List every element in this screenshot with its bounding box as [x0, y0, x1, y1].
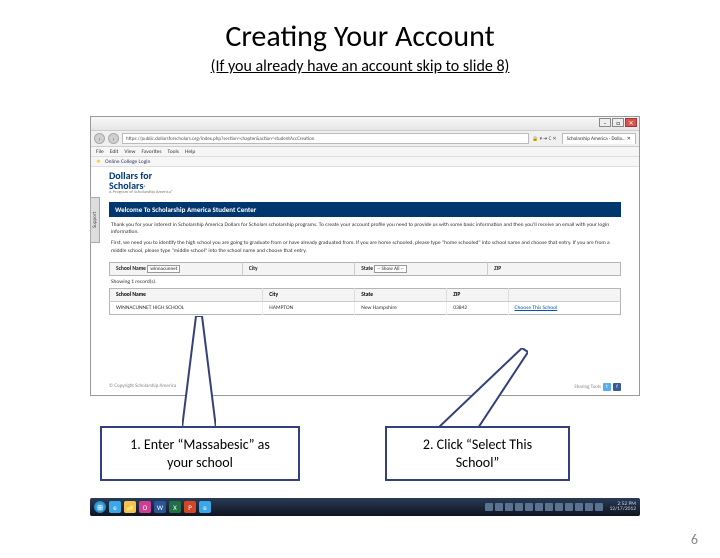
- browser-menubar: File Edit View Favorites Tools Help: [91, 147, 639, 157]
- tray-icon[interactable]: [575, 503, 583, 511]
- taskbar-powerpoint-icon[interactable]: P: [184, 501, 196, 513]
- state-select[interactable]: -- Show All --: [374, 265, 406, 273]
- twitter-icon[interactable]: t: [603, 383, 611, 391]
- taskbar-ie2-icon[interactable]: e: [199, 501, 211, 513]
- results-col-zip: ZIP: [447, 289, 508, 302]
- taskbar-clock[interactable]: 2:52 PM 12/17/2012: [605, 502, 636, 513]
- sharing-label: Sharing Tools: [574, 384, 601, 390]
- callout-1-leader: [182, 316, 216, 428]
- slide-subtitle: (If you already have an account skip to …: [0, 57, 720, 76]
- favorites-bar: ★ Online College Login: [91, 157, 639, 167]
- results-col-city: City: [263, 289, 355, 302]
- embedded-screenshot: – □ ✕ ‹ › https://public.dollarsforschol…: [90, 116, 640, 396]
- windows-taskbar: ⊞ e 📁 O W X P e 2:52 PM 12/17/2012: [90, 498, 640, 516]
- copyright-text: © Copyright Scholarship America: [109, 383, 176, 391]
- site-logo: Dollars for Scholars® A Program of Schol…: [109, 171, 621, 196]
- taskbar-word-icon[interactable]: W: [154, 501, 166, 513]
- tray-icon[interactable]: [595, 503, 603, 511]
- search-col-city: City: [242, 263, 354, 276]
- browser-tab[interactable]: Scholarship America - Dolla... ✕: [562, 133, 636, 144]
- tray-icon[interactable]: [565, 503, 573, 511]
- menu-help[interactable]: Help: [185, 149, 195, 155]
- intro-paragraph-1: Thank you for your interest in Scholarsh…: [111, 222, 619, 237]
- result-zip: 03842: [447, 302, 508, 315]
- choose-school-link[interactable]: Choose This School: [515, 305, 558, 311]
- tray-icon[interactable]: [485, 503, 493, 511]
- intro-paragraph-2: First, we need you to identify the high …: [111, 240, 619, 255]
- results-col-school: School Name: [110, 289, 263, 302]
- favorites-star-icon[interactable]: ★: [96, 159, 101, 165]
- callout-2-leader: [438, 348, 528, 428]
- intro-text: Thank you for your interest in Scholarsh…: [109, 217, 621, 263]
- menu-file[interactable]: File: [96, 149, 104, 155]
- nav-back-button[interactable]: ‹: [94, 133, 105, 144]
- taskbar-ie-icon[interactable]: e: [109, 501, 121, 513]
- search-col-state: State: [361, 266, 373, 272]
- tray-icon[interactable]: [495, 503, 503, 511]
- callout-2: 2. Click “Select This School”: [385, 426, 570, 481]
- result-city: HAMPTON: [263, 302, 355, 315]
- nav-forward-button[interactable]: ›: [108, 133, 119, 144]
- tray-icon[interactable]: [585, 503, 593, 511]
- page-body: Support Dollars for Scholars® A Program …: [91, 167, 639, 395]
- results-count: Showing 1 record(s).: [109, 276, 621, 288]
- menu-favorites[interactable]: Favorites: [141, 149, 161, 155]
- window-close-button[interactable]: ✕: [625, 118, 637, 127]
- menu-view[interactable]: View: [124, 149, 135, 155]
- window-maximize-button[interactable]: □: [612, 118, 624, 127]
- logo-subtext: A Program of Scholarship America®: [109, 191, 173, 196]
- tray-icon[interactable]: [525, 503, 533, 511]
- table-row: WINNACUNNET HIGH SCHOOL HAMPTON New Hamp…: [110, 302, 621, 315]
- search-col-school: School Name: [116, 266, 146, 272]
- taskbar-excel-icon[interactable]: X: [169, 501, 181, 513]
- taskbar-explorer-icon[interactable]: 📁: [124, 501, 136, 513]
- taskbar-onenote-icon[interactable]: O: [139, 501, 151, 513]
- menu-edit[interactable]: Edit: [110, 149, 119, 155]
- window-minimize-button[interactable]: –: [599, 118, 611, 127]
- results-col-state: State: [355, 289, 447, 302]
- results-table: School Name City State ZIP WINNACUNNET H…: [109, 288, 621, 315]
- support-tab[interactable]: Support: [90, 197, 100, 243]
- browser-toolbar: ‹ › https://public.dollarsforscholars.or…: [91, 131, 639, 147]
- address-controls[interactable]: 🔒 ▾ ➔ C ✕: [532, 136, 556, 142]
- tray-icon[interactable]: [545, 503, 553, 511]
- address-bar[interactable]: https://public.dollarsforscholars.org/in…: [122, 133, 529, 144]
- school-search-row: School Name winnacunnet City State -- Sh…: [109, 262, 621, 276]
- tray-icon[interactable]: [505, 503, 513, 511]
- menu-tools[interactable]: Tools: [168, 149, 179, 155]
- slide-title: Creating Your Account: [0, 18, 720, 55]
- start-button[interactable]: ⊞: [94, 501, 106, 513]
- favorites-link[interactable]: Online College Login: [105, 159, 151, 165]
- taskbar-date: 12/17/2012: [609, 507, 636, 513]
- tray-icon[interactable]: [535, 503, 543, 511]
- school-name-input[interactable]: winnacunnet: [147, 265, 180, 273]
- callout-1: 1. Enter “Massabesic” as your school: [100, 426, 300, 481]
- welcome-header: Welcome To Scholarship America Student C…: [109, 202, 621, 217]
- result-school: WINNACUNNET HIGH SCHOOL: [110, 302, 263, 315]
- tray-icon[interactable]: [515, 503, 523, 511]
- tray-icon[interactable]: [555, 503, 563, 511]
- result-state: New Hampshire: [355, 302, 447, 315]
- window-titlebar: – □ ✕: [91, 117, 639, 131]
- search-col-zip: ZIP: [488, 263, 621, 276]
- facebook-icon[interactable]: f: [613, 383, 621, 391]
